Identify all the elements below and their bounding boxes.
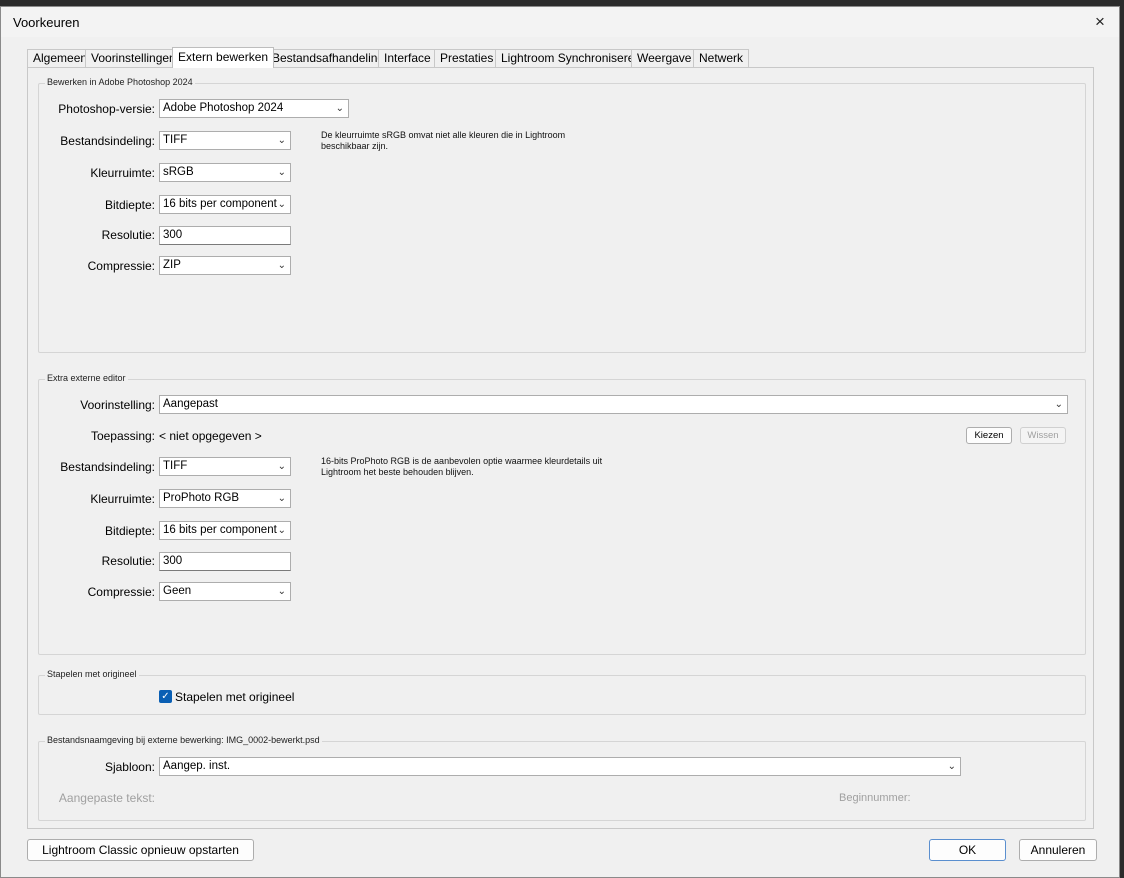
ps-bitdepth-select[interactable]: 16 bits per component ⌄ <box>159 195 291 214</box>
photoshop-version-label: Photoshop-versie: <box>58 102 155 116</box>
chevron-down-icon: ⌄ <box>277 199 286 210</box>
checkmark-icon: ✓ <box>161 691 170 702</box>
ps-resolution-input[interactable]: 300 <box>159 226 291 245</box>
ee-colorspace-value: ProPhoto RGB <box>163 492 240 504</box>
ee-format-select[interactable]: TIFF ⌄ <box>159 457 291 476</box>
ee-format-label: Bestandsindeling: <box>60 460 155 474</box>
tab-weergave[interactable]: Weergave <box>631 49 698 67</box>
ee-compression-select[interactable]: Geen ⌄ <box>159 582 291 601</box>
chevron-down-icon: ⌄ <box>947 761 956 772</box>
restart-lightroom-button[interactable]: Lightroom Classic opnieuw opstarten <box>27 839 254 861</box>
extern-bewerken-panel: Bewerken in Adobe Photoshop 2024 Photosh… <box>27 67 1094 829</box>
ee-app-value: < niet opgegeven > <box>159 429 262 443</box>
extra-editor-group-title: Extra externe editor <box>45 373 128 383</box>
ps-bitdepth-label: Bitdiepte: <box>104 198 155 212</box>
chevron-down-icon: ⌄ <box>277 260 286 271</box>
ee-format-note: 16-bits ProPhoto RGB is de aanbevolen op… <box>321 456 603 477</box>
ee-bitdepth-value: 16 bits per component <box>163 524 277 536</box>
choose-button[interactable]: Kiezen <box>966 427 1012 444</box>
template-select[interactable]: Aangep. inst. ⌄ <box>159 757 961 776</box>
ee-app-label: Toepassing: <box>90 429 155 443</box>
clear-button[interactable]: Wissen <box>1020 427 1066 444</box>
tab-interface[interactable]: Interface <box>378 49 437 67</box>
preferences-dialog: Voorkeuren × Algemeen Voorinstellingen E… <box>0 6 1120 878</box>
photoshop-group: Bewerken in Adobe Photoshop 2024 Photosh… <box>38 77 1086 353</box>
title-bar: Voorkeuren × <box>1 7 1119 37</box>
naming-group-title: Bestandsnaamgeving bij externe bewerking… <box>45 735 322 745</box>
tab-bestandsafhandeling[interactable]: Bestandsafhandeling <box>266 49 391 67</box>
stack-checkbox[interactable]: ✓ <box>159 690 172 703</box>
chevron-down-icon: ⌄ <box>277 525 286 536</box>
ps-compression-value: ZIP <box>163 259 181 271</box>
chevron-down-icon: ⌄ <box>277 135 286 146</box>
ee-resolution-input[interactable]: 300 <box>159 552 291 571</box>
ps-colorspace-select[interactable]: sRGB ⌄ <box>159 163 291 182</box>
ee-colorspace-label: Kleurruimte: <box>90 492 155 506</box>
ee-preset-select[interactable]: Aangepast ⌄ <box>159 395 1068 414</box>
custom-text-label: Aangepaste tekst: <box>58 791 155 805</box>
stack-checkbox-label[interactable]: Stapelen met origineel <box>175 690 294 704</box>
tab-voorinstellingen[interactable]: Voorinstellingen <box>85 49 182 67</box>
template-label: Sjabloon: <box>104 760 155 774</box>
window-title: Voorkeuren <box>13 15 80 30</box>
ee-resolution-label: Resolutie: <box>101 554 155 568</box>
ps-format-select[interactable]: TIFF ⌄ <box>159 131 291 150</box>
ps-bitdepth-value: 16 bits per component <box>163 198 277 210</box>
close-icon[interactable]: × <box>1089 11 1111 33</box>
ps-colorspace-note: De kleurruimte sRGB omvat niet alle kleu… <box>321 130 566 151</box>
tab-extern-bewerken[interactable]: Extern bewerken <box>172 47 275 68</box>
ee-compression-value: Geen <box>163 585 192 597</box>
ps-compression-select[interactable]: ZIP ⌄ <box>159 256 291 275</box>
ok-button[interactable]: OK <box>929 839 1006 861</box>
stack-group-title: Stapelen met origineel <box>45 669 139 679</box>
stack-group: Stapelen met origineel ✓ Stapelen met or… <box>38 669 1086 715</box>
chevron-down-icon: ⌄ <box>1054 399 1063 410</box>
ps-format-value: TIFF <box>163 134 188 146</box>
ps-colorspace-value: sRGB <box>163 166 194 178</box>
tab-algemeen[interactable]: Algemeen <box>27 49 94 67</box>
ee-compression-label: Compressie: <box>87 585 155 599</box>
ps-format-label: Bestandsindeling: <box>60 134 155 148</box>
tab-prestaties[interactable]: Prestaties <box>434 49 500 67</box>
ee-bitdepth-label: Bitdiepte: <box>104 524 155 538</box>
ee-colorspace-select[interactable]: ProPhoto RGB ⌄ <box>159 489 291 508</box>
start-number-label: Beginnummer: <box>839 792 911 804</box>
photoshop-group-title: Bewerken in Adobe Photoshop 2024 <box>45 77 195 87</box>
tab-lightroom-synchroniseren[interactable]: Lightroom Synchroniseren <box>495 49 648 67</box>
chevron-down-icon: ⌄ <box>335 103 344 114</box>
photoshop-version-value: Adobe Photoshop 2024 <box>163 102 284 114</box>
ps-compression-label: Compressie: <box>87 259 155 273</box>
extra-editor-group: Extra externe editor Voorinstelling: Aan… <box>38 373 1086 655</box>
chevron-down-icon: ⌄ <box>277 461 286 472</box>
ee-bitdepth-select[interactable]: 16 bits per component ⌄ <box>159 521 291 540</box>
ee-preset-label: Voorinstelling: <box>80 398 155 412</box>
ps-colorspace-label: Kleurruimte: <box>90 166 155 180</box>
naming-group: Bestandsnaamgeving bij externe bewerking… <box>38 735 1086 821</box>
chevron-down-icon: ⌄ <box>277 586 286 597</box>
cancel-button[interactable]: Annuleren <box>1019 839 1097 861</box>
ps-resolution-label: Resolutie: <box>101 228 155 242</box>
template-value: Aangep. inst. <box>163 760 231 772</box>
ee-format-value: TIFF <box>163 460 188 472</box>
ee-preset-value: Aangepast <box>163 398 218 410</box>
chevron-down-icon: ⌄ <box>277 167 286 178</box>
photoshop-version-select[interactable]: Adobe Photoshop 2024 ⌄ <box>159 99 349 118</box>
tab-netwerk[interactable]: Netwerk <box>693 49 750 67</box>
chevron-down-icon: ⌄ <box>277 493 286 504</box>
